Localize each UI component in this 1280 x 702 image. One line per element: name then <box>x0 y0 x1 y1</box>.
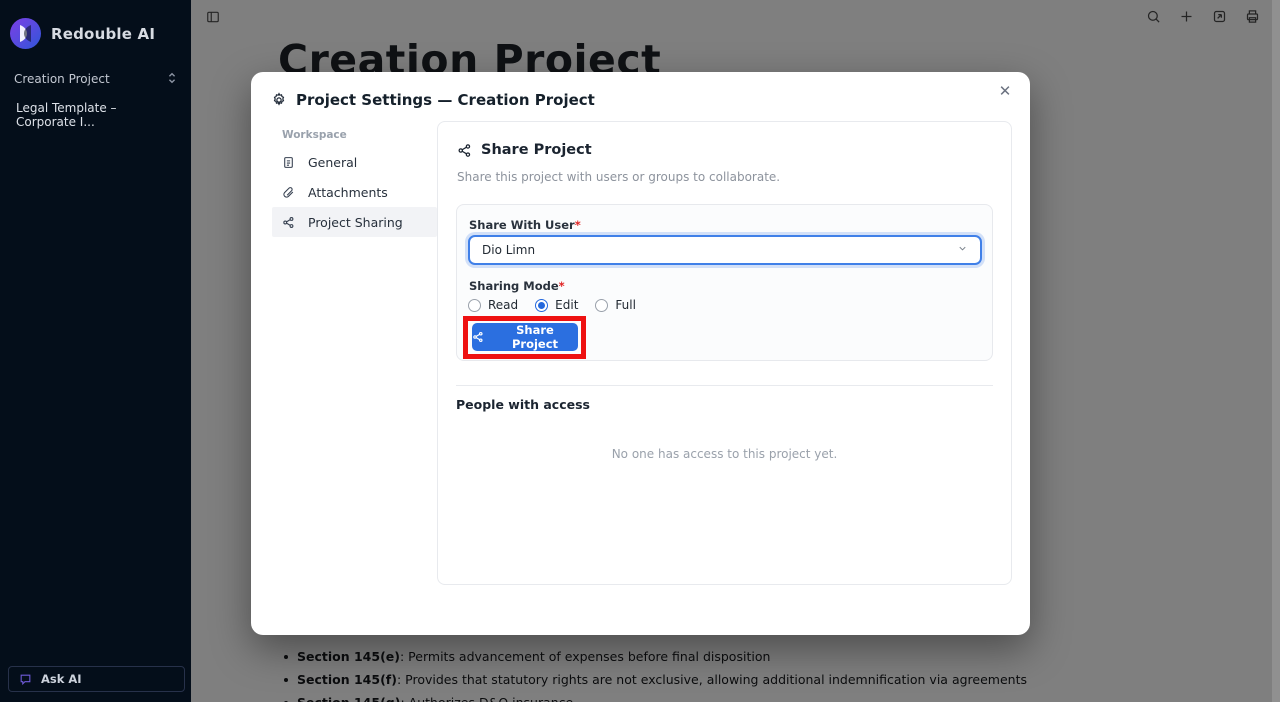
share-form: Share With User* Dio Limn Sharing Mode* … <box>456 204 993 361</box>
radio-read[interactable]: Read <box>468 298 518 312</box>
radio-circle <box>595 299 608 312</box>
tab-label: General <box>308 155 357 170</box>
required-asterisk: * <box>559 279 565 293</box>
section-divider <box>456 385 993 386</box>
sharing-mode-radios: Read Edit Full <box>468 298 636 312</box>
sidebar-item-legal-template[interactable]: Legal Template – Corporate I... <box>0 104 191 126</box>
share-icon <box>472 331 484 343</box>
app-sidebar: Redouble AI Creation Project Legal Templ… <box>0 0 191 702</box>
gear-icon <box>271 92 287 108</box>
radio-label: Edit <box>555 298 578 312</box>
share-project-button-label: Share Project <box>492 323 578 351</box>
chevron-up-down-icon <box>167 72 177 87</box>
ask-ai-button[interactable]: Ask AI <box>8 666 185 692</box>
modal-sidebar: Workspace General Attachments Project Sh… <box>272 121 437 237</box>
brand: Redouble AI <box>10 18 155 49</box>
panel-heading: Share Project <box>457 142 592 158</box>
close-icon[interactable]: ✕ <box>996 82 1014 100</box>
selected-user-value: Dio Limn <box>482 243 535 257</box>
share-icon <box>282 216 295 229</box>
page-scrollbar[interactable] <box>1272 0 1280 702</box>
project-selector[interactable]: Creation Project <box>0 68 191 90</box>
share-with-user-select[interactable]: Dio Limn <box>468 235 982 265</box>
tab-label: Attachments <box>308 185 388 200</box>
sidebar-item-label: Legal Template – Corporate I... <box>16 101 175 129</box>
share-icon <box>457 143 472 158</box>
paperclip-icon <box>282 186 295 199</box>
chat-icon <box>19 673 32 686</box>
radio-full[interactable]: Full <box>595 298 636 312</box>
screen: Creation Project Section 145(e): Permits… <box>0 0 1280 702</box>
modal-sidebar-section-label: Workspace <box>272 121 437 147</box>
radio-label: Full <box>615 298 636 312</box>
tab-project-sharing[interactable]: Project Sharing <box>272 207 437 237</box>
tab-attachments[interactable]: Attachments <box>272 177 437 207</box>
redouble-logo-icon <box>10 18 41 49</box>
ask-ai-label: Ask AI <box>41 672 82 686</box>
document-icon <box>282 156 295 169</box>
radio-circle <box>535 299 548 312</box>
sharing-mode-label: Sharing Mode* <box>469 279 565 293</box>
empty-access-message: No one has access to this project yet. <box>438 447 1011 461</box>
share-with-user-label: Share With User* <box>469 218 581 232</box>
sharing-panel: Share Project Share this project with us… <box>437 121 1012 585</box>
tab-general[interactable]: General <box>272 147 437 177</box>
people-with-access-heading: People with access <box>456 397 590 412</box>
panel-subtitle: Share this project with users or groups … <box>457 170 780 184</box>
radio-circle <box>468 299 481 312</box>
modal-header: Project Settings — Creation Project <box>271 91 595 109</box>
project-settings-modal: Project Settings — Creation Project ✕ Wo… <box>251 72 1030 635</box>
required-asterisk: * <box>575 218 581 232</box>
radio-edit[interactable]: Edit <box>535 298 578 312</box>
chevron-down-icon <box>957 243 968 257</box>
brand-name: Redouble AI <box>51 25 155 43</box>
share-project-button[interactable]: Share Project <box>472 323 578 351</box>
radio-label: Read <box>488 298 518 312</box>
panel-heading-label: Share Project <box>481 142 592 158</box>
tab-label: Project Sharing <box>308 215 403 230</box>
project-selector-label: Creation Project <box>14 72 167 86</box>
modal-title: Project Settings — Creation Project <box>296 91 595 109</box>
